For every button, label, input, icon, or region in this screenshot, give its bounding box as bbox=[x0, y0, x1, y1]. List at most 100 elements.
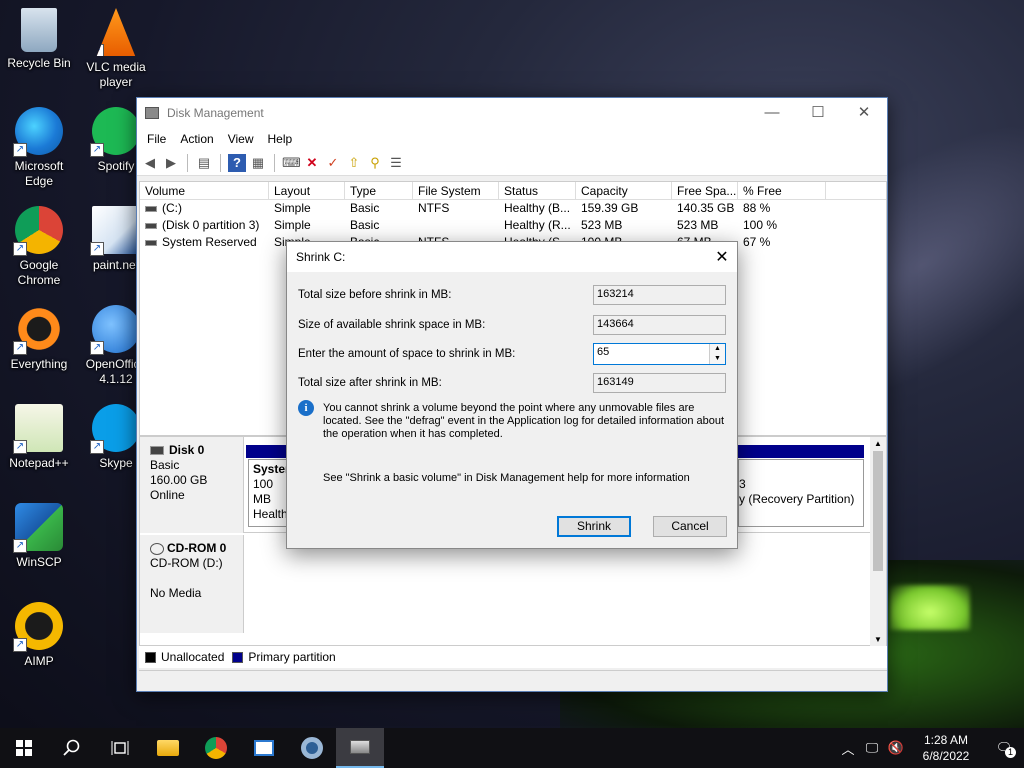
window-titlebar[interactable]: Disk Management — ☐ ✕ bbox=[137, 98, 887, 128]
cell-layout: Simple bbox=[274, 201, 311, 215]
list-icon[interactable]: ☰ bbox=[387, 154, 405, 172]
dialog-close-button[interactable]: ✕ bbox=[707, 247, 737, 267]
connect-icon[interactable]: ⌨ bbox=[282, 154, 301, 172]
start-button[interactable] bbox=[0, 728, 48, 768]
shrink-amount-stepper[interactable]: 65 ▲ ▼ bbox=[593, 343, 726, 365]
cell-pct: 100 % bbox=[743, 218, 778, 232]
taskbar-file-explorer[interactable] bbox=[144, 728, 192, 768]
col-free[interactable]: Free Spa... bbox=[672, 182, 738, 199]
search-icon bbox=[63, 739, 80, 756]
desktop-icon-label: Google Chrome bbox=[17, 258, 61, 287]
desktop-icon-edge[interactable]: ↗ Microsoft Edge bbox=[1, 107, 77, 189]
close-button[interactable]: ✕ bbox=[841, 98, 887, 128]
menu-file[interactable]: File bbox=[140, 132, 173, 146]
openoffice-icon: ↗ bbox=[90, 305, 140, 355]
search-icon[interactable]: ⚲ bbox=[366, 154, 384, 172]
col-status[interactable]: Status bbox=[499, 182, 576, 199]
recycle-bin-icon bbox=[21, 8, 57, 52]
news-icon bbox=[254, 740, 274, 756]
paintnet-icon: ↗ bbox=[90, 206, 140, 256]
col-layout[interactable]: Layout bbox=[269, 182, 345, 199]
col-type[interactable]: Type bbox=[345, 182, 413, 199]
desktop-icon-chrome[interactable]: ↗ Google Chrome bbox=[1, 206, 77, 288]
delete-icon[interactable]: ✕ bbox=[303, 154, 321, 172]
dialog-titlebar[interactable]: Shrink C: ✕ bbox=[287, 242, 737, 272]
desktop-icon-notepadpp[interactable]: ↗ Notepad++ bbox=[1, 404, 77, 471]
notepadpp-icon: ↗ bbox=[13, 404, 63, 454]
primary-swatch bbox=[232, 651, 244, 663]
toolbar: ◀ ▶ ▤ ? ▦ ⌨ ✕ ✓ ⇧ ⚲ ☰ bbox=[137, 150, 887, 176]
scroll-thumb[interactable] bbox=[873, 451, 883, 571]
volume-muted-icon[interactable]: 🔇 bbox=[884, 740, 908, 756]
legend-unallocated: Unallocated bbox=[161, 650, 225, 664]
view-icon[interactable]: ▦ bbox=[249, 154, 267, 172]
info-text: You cannot shrink a volume beyond the po… bbox=[323, 402, 725, 440]
partition-size: 100 MB bbox=[253, 477, 274, 506]
stepper-up-icon[interactable]: ▲ bbox=[710, 344, 725, 354]
col-filesystem[interactable]: File System bbox=[413, 182, 499, 199]
cell-type: Basic bbox=[350, 201, 380, 215]
taskbar-settings[interactable] bbox=[288, 728, 336, 768]
window-title: Disk Management bbox=[167, 106, 264, 120]
task-view-button[interactable] bbox=[96, 728, 144, 768]
scroll-up-icon[interactable]: ▲ bbox=[870, 437, 886, 451]
desktop-icon-winscp[interactable]: ↗ WinSCP bbox=[1, 503, 77, 570]
maximize-button[interactable]: ☐ bbox=[795, 98, 841, 128]
shrink-button[interactable]: Shrink bbox=[557, 516, 631, 537]
taskbar-news[interactable] bbox=[240, 728, 288, 768]
col-capacity[interactable]: Capacity bbox=[576, 182, 672, 199]
properties-icon[interactable]: ▤ bbox=[195, 154, 213, 172]
col-pct-free[interactable]: % Free bbox=[738, 182, 826, 199]
shrink-amount-input[interactable]: 65 bbox=[597, 346, 609, 358]
network-icon[interactable]: 🖵 bbox=[860, 740, 884, 756]
desktop-icon-label: Everything bbox=[10, 357, 68, 371]
forward-icon[interactable]: ▶ bbox=[162, 154, 180, 172]
taskbar-disk-management[interactable] bbox=[336, 728, 384, 768]
import-icon[interactable]: ⇧ bbox=[345, 154, 363, 172]
col-volume[interactable]: Volume bbox=[140, 182, 269, 199]
desktop-icon-aimp[interactable]: ↗ AIMP bbox=[1, 602, 77, 669]
dialog-title: Shrink C: bbox=[296, 250, 346, 264]
winscp-icon: ↗ bbox=[13, 503, 63, 553]
menu-action[interactable]: Action bbox=[173, 132, 220, 146]
chevron-up-icon[interactable]: ︿ bbox=[836, 739, 860, 758]
folder-icon bbox=[157, 740, 179, 756]
back-icon[interactable]: ◀ bbox=[141, 154, 159, 172]
clock[interactable]: 1:28 AM 6/8/2022 bbox=[908, 732, 984, 764]
info-icon: i bbox=[298, 400, 314, 416]
cdrom-drive: CD-ROM (D:) bbox=[150, 556, 223, 570]
scroll-down-icon[interactable]: ▼ bbox=[870, 633, 886, 647]
search-button[interactable] bbox=[48, 728, 96, 768]
stepper-down-icon[interactable]: ▼ bbox=[710, 354, 725, 364]
partition-recovery[interactable]: 3 y (Recovery Partition) bbox=[738, 459, 864, 527]
total-before-value: 163214 bbox=[593, 285, 726, 305]
desktop-icon-label: Microsoft Edge bbox=[14, 159, 64, 188]
disk0-info[interactable]: Disk 0 Basic 160.00 GB Online bbox=[140, 437, 244, 533]
gear-icon bbox=[301, 737, 323, 759]
task-view-icon bbox=[111, 741, 129, 755]
desktop-icon-everything[interactable]: ↗ Everything bbox=[1, 305, 77, 372]
cell-volume: System Reserved bbox=[162, 235, 257, 249]
notification-icon[interactable]: 🗨 1 bbox=[984, 740, 1024, 758]
vertical-scrollbar[interactable]: ▲ ▼ bbox=[870, 437, 886, 647]
chrome-icon: ↗ bbox=[13, 206, 63, 256]
table-row[interactable]: (Disk 0 partition 3) Simple Basic Health… bbox=[140, 217, 886, 234]
menu-view[interactable]: View bbox=[221, 132, 261, 146]
taskbar-chrome[interactable] bbox=[192, 728, 240, 768]
check-icon[interactable]: ✓ bbox=[324, 154, 342, 172]
system-tray: ︿ 🖵 🔇 1:28 AM 6/8/2022 🗨 1 bbox=[836, 728, 1024, 768]
cell-pct: 67 % bbox=[743, 235, 771, 249]
clock-time: 1:28 AM bbox=[923, 733, 969, 747]
taskbar: ︿ 🖵 🔇 1:28 AM 6/8/2022 🗨 1 bbox=[0, 728, 1024, 768]
desktop-icon-recycle-bin[interactable]: Recycle Bin bbox=[1, 8, 77, 71]
help-icon[interactable]: ? bbox=[228, 153, 246, 172]
volume-icon bbox=[145, 239, 157, 246]
table-row[interactable]: (C:) Simple Basic NTFS Healthy (B... 159… bbox=[140, 200, 886, 217]
desktop-icon-vlc[interactable]: ↗ VLC media player bbox=[78, 8, 154, 90]
minimize-button[interactable]: — bbox=[749, 98, 795, 128]
disk-management-icon bbox=[350, 740, 370, 754]
cdrom0-info[interactable]: CD-ROM 0 CD-ROM (D:) No Media bbox=[140, 535, 244, 633]
menu-help[interactable]: Help bbox=[261, 132, 300, 146]
cancel-button[interactable]: Cancel bbox=[653, 516, 727, 537]
help-text: See "Shrink a basic volume" in Disk Mana… bbox=[323, 472, 690, 484]
